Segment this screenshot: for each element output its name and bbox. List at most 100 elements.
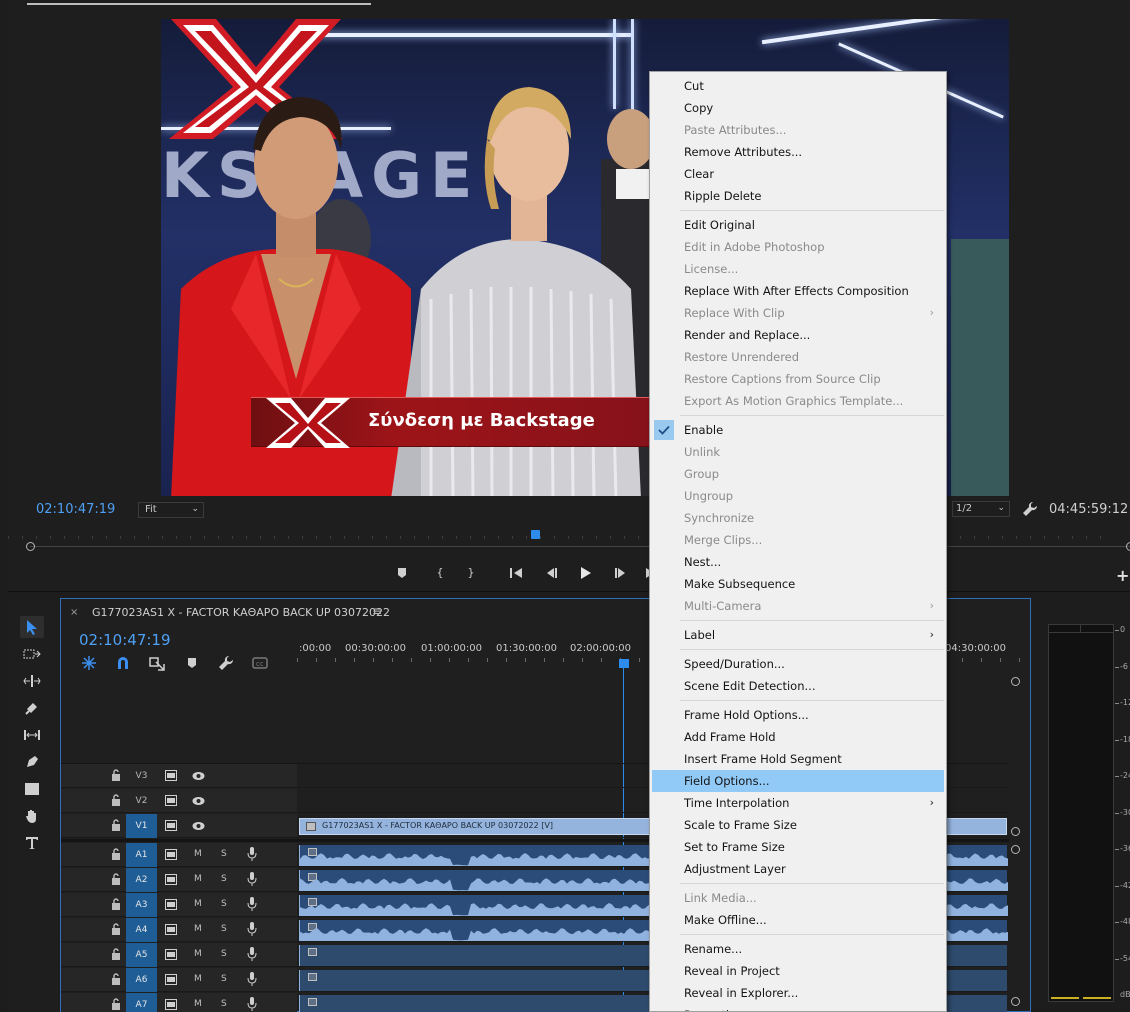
microphone-icon[interactable] xyxy=(247,847,257,861)
sync-lock-icon[interactable] xyxy=(165,899,177,910)
add-marker-icon[interactable] xyxy=(184,655,200,671)
audio-track-header[interactable]: A4 M S xyxy=(61,918,297,942)
sync-lock-icon[interactable] xyxy=(165,849,177,860)
track-target[interactable]: A4 xyxy=(126,918,157,942)
mute-button[interactable]: M xyxy=(194,974,202,984)
zoom-scroll-bar[interactable] xyxy=(26,542,1130,551)
menu-item-edit-original[interactable]: Edit Original xyxy=(652,214,944,236)
track-target[interactable]: A3 xyxy=(126,893,157,917)
track-target[interactable]: A7 xyxy=(126,993,157,1012)
sync-lock-icon[interactable] xyxy=(165,770,177,781)
sync-lock-icon[interactable] xyxy=(165,820,177,831)
menu-item-ripple-delete[interactable]: Ripple Delete xyxy=(652,185,944,207)
ripple-edit-tool[interactable] xyxy=(20,670,44,692)
microphone-icon[interactable] xyxy=(247,922,257,936)
lock-icon[interactable] xyxy=(111,898,121,910)
play-icon[interactable] xyxy=(577,565,593,581)
menu-item-scene-edit-detection[interactable]: Scene Edit Detection... xyxy=(652,675,944,697)
playhead-timecode[interactable]: 02:10:47:19 xyxy=(36,502,115,517)
scroll-handle[interactable] xyxy=(1011,827,1020,836)
playback-resolution-select[interactable]: 1/2 ⌄ xyxy=(952,501,1010,517)
linked-selection-icon[interactable] xyxy=(149,655,165,671)
menu-item-cut[interactable]: Cut xyxy=(652,75,944,97)
menu-item-reveal-in-project[interactable]: Reveal in Project xyxy=(652,960,944,982)
lock-icon[interactable] xyxy=(111,998,121,1010)
mute-button[interactable]: M xyxy=(194,874,202,884)
button-editor-add[interactable]: + xyxy=(1116,566,1129,585)
audio-track-header[interactable]: A2 M S xyxy=(61,868,297,892)
razor-tool[interactable] xyxy=(20,697,44,719)
audio-track-header[interactable]: A3 M S xyxy=(61,893,297,917)
solo-button[interactable]: S xyxy=(221,949,227,959)
menu-item-copy[interactable]: Copy xyxy=(652,97,944,119)
menu-item-field-options[interactable]: Field Options... xyxy=(652,770,944,792)
menu-item-scale-to-frame-size[interactable]: Scale to Frame Size xyxy=(652,814,944,836)
microphone-icon[interactable] xyxy=(247,997,257,1011)
eye-icon[interactable] xyxy=(192,821,205,831)
menu-item-frame-hold-options[interactable]: Frame Hold Options... xyxy=(652,704,944,726)
track-target[interactable]: A1 xyxy=(126,843,157,867)
sync-lock-icon[interactable] xyxy=(165,974,177,985)
wrench-icon[interactable] xyxy=(1022,501,1038,517)
mark-out-icon[interactable]: } xyxy=(463,565,479,581)
scroll-handle[interactable] xyxy=(1011,845,1020,854)
captions-icon[interactable]: cc xyxy=(252,655,268,671)
scroll-handle-left[interactable] xyxy=(26,542,35,551)
audio-track-header[interactable]: A1 M S xyxy=(61,843,297,867)
wrench-icon[interactable] xyxy=(218,655,234,671)
track-target[interactable]: V3 xyxy=(126,764,157,788)
video-track-header[interactable]: V3 xyxy=(61,764,297,788)
track-target[interactable]: V1 xyxy=(126,814,157,838)
mute-button[interactable]: M xyxy=(194,999,202,1009)
menu-item-clear[interactable]: Clear xyxy=(652,163,944,185)
solo-button[interactable]: S xyxy=(221,899,227,909)
microphone-icon[interactable] xyxy=(247,947,257,961)
menu-item-nest[interactable]: Nest... xyxy=(652,551,944,573)
menu-item-make-offline[interactable]: Make Offline... xyxy=(652,909,944,931)
eye-icon[interactable] xyxy=(192,771,205,781)
video-track-header[interactable]: V1 xyxy=(61,814,297,838)
lock-icon[interactable] xyxy=(111,848,121,860)
scroll-handle-right[interactable] xyxy=(1126,542,1130,551)
lock-icon[interactable] xyxy=(111,923,121,935)
video-track-header[interactable]: V2 xyxy=(61,789,297,813)
menu-item-replace-with-after-effects-composition[interactable]: Replace With After Effects Composition xyxy=(652,280,944,302)
track-target[interactable]: A5 xyxy=(126,943,157,967)
timeline-playhead[interactable] xyxy=(619,659,629,668)
mute-button[interactable]: M xyxy=(194,899,202,909)
solo-button[interactable]: S xyxy=(221,849,227,859)
mute-button[interactable]: M xyxy=(194,849,202,859)
rectangle-tool[interactable] xyxy=(20,778,44,800)
audio-track-header[interactable]: A6 M S xyxy=(61,968,297,992)
vertical-zoom-scrollbar[interactable] xyxy=(1009,677,1023,1007)
hand-tool[interactable] xyxy=(20,805,44,827)
lock-icon[interactable] xyxy=(111,769,121,781)
pen-tool[interactable] xyxy=(20,751,44,773)
scroll-handle-bottom[interactable] xyxy=(1011,997,1020,1006)
microphone-icon[interactable] xyxy=(247,972,257,986)
type-tool[interactable] xyxy=(20,832,44,854)
timeline-timecode[interactable]: 02:10:47:19 xyxy=(79,631,171,649)
slip-tool[interactable] xyxy=(20,724,44,746)
sync-lock-icon[interactable] xyxy=(165,949,177,960)
mute-button[interactable]: M xyxy=(194,949,202,959)
microphone-icon[interactable] xyxy=(247,897,257,911)
menu-item-make-subsequence[interactable]: Make Subsequence xyxy=(652,573,944,595)
playhead-marker[interactable] xyxy=(531,530,540,539)
menu-item-time-interpolation[interactable]: Time Interpolation › xyxy=(652,792,944,814)
mute-button[interactable]: M xyxy=(194,924,202,934)
lock-icon[interactable] xyxy=(111,794,121,806)
solo-button[interactable]: S xyxy=(221,999,227,1009)
lock-icon[interactable] xyxy=(111,948,121,960)
sequence-tab[interactable]: G177023AS1 X - FACTOR ΚΑΘΑΡΟ BACK UP 030… xyxy=(92,606,390,619)
sync-lock-icon[interactable] xyxy=(165,924,177,935)
mark-in-icon[interactable]: { xyxy=(432,565,448,581)
close-icon[interactable]: × xyxy=(70,607,78,618)
menu-item-remove-attributes[interactable]: Remove Attributes... xyxy=(652,141,944,163)
lock-icon[interactable] xyxy=(111,819,121,831)
snap-magnet-icon[interactable] xyxy=(115,655,131,671)
menu-item-insert-frame-hold-segment[interactable]: Insert Frame Hold Segment xyxy=(652,748,944,770)
eye-icon[interactable] xyxy=(192,796,205,806)
audio-track-header[interactable]: A5 M S xyxy=(61,943,297,967)
sync-lock-icon[interactable] xyxy=(165,999,177,1010)
